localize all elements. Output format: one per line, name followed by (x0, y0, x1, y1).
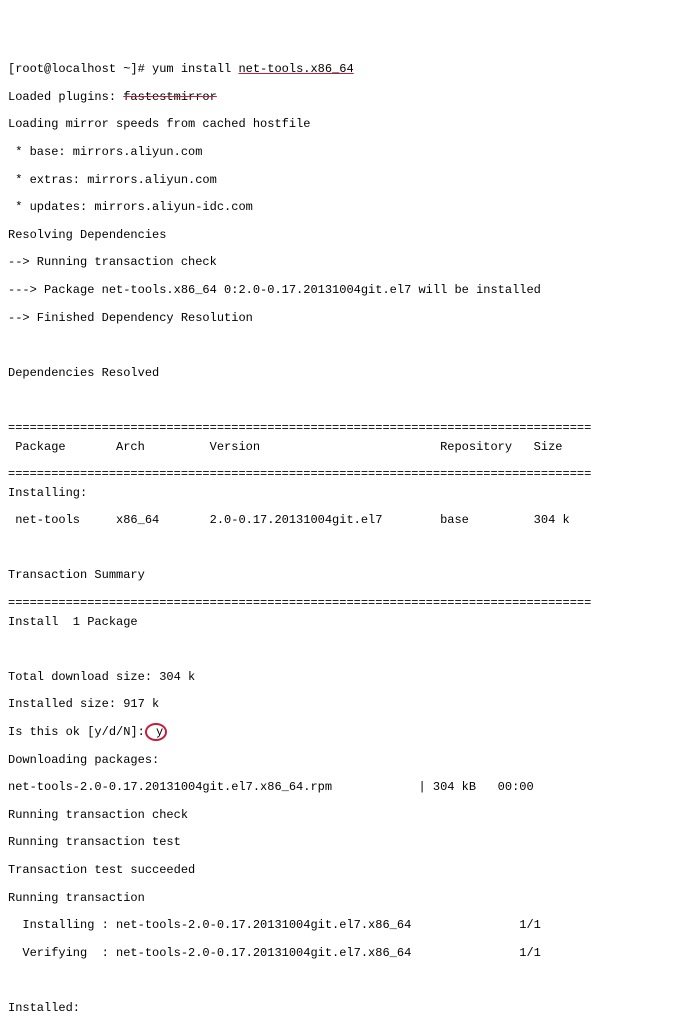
table-header: Package Arch Version Repository Size (8, 441, 673, 455)
blank-line (8, 643, 673, 657)
loading-mirrors: Loading mirror speeds from cached hostfi… (8, 118, 673, 132)
mirror-base: * base: mirrors.aliyun.com (8, 146, 673, 160)
run-trans: Running transaction (8, 892, 673, 906)
finished-dep: --> Finished Dependency Resolution (8, 312, 673, 326)
installing-line: Installing : net-tools-2.0-0.17.20131004… (8, 919, 673, 933)
prompt-line: [root@localhost ~]# yum install net-tool… (8, 63, 673, 77)
run-trans-check: Running transaction check (8, 809, 673, 823)
confirm-line[interactable]: Is this ok [y/d/N]: y (8, 726, 673, 740)
shell-prompt: [root@localhost ~]# (8, 62, 152, 76)
pkg-install-line: ---> Package net-tools.x86_64 0:2.0-0.17… (8, 284, 673, 298)
installing-header: Installing: (8, 487, 673, 501)
hr-double: ========================================… (8, 597, 658, 611)
hr-double: ========================================… (8, 468, 658, 482)
downloading: Downloading packages: (8, 754, 673, 768)
install-count: Install 1 Package (8, 616, 673, 630)
plugins-fastestmirror: fastestmirror (123, 90, 217, 104)
confirm-prompt: Is this ok [y/d/N]: (8, 725, 145, 739)
installed-size: Installed size: 917 k (8, 698, 673, 712)
rpm-line: net-tools-2.0-0.17.20131004git.el7.x86_6… (8, 781, 673, 795)
blank-line (8, 542, 673, 556)
mirror-extras: * extras: mirrors.aliyun.com (8, 174, 673, 188)
command-text-prefix: yum install (152, 62, 238, 76)
blank-line (8, 339, 673, 353)
trans-test-success: Transaction test succeeded (8, 864, 673, 878)
trans-summary: Transaction Summary (8, 569, 673, 583)
installed-header: Installed: (8, 1002, 673, 1016)
verifying-line: Verifying : net-tools-2.0-0.17.20131004g… (8, 947, 673, 961)
total-download: Total download size: 304 k (8, 671, 673, 685)
deps-resolved: Dependencies Resolved (8, 367, 673, 381)
run-trans-test: Running transaction test (8, 836, 673, 850)
resolving-deps: Resolving Dependencies (8, 229, 673, 243)
confirm-answer: y (145, 723, 167, 741)
blank-line (8, 974, 673, 988)
trans-check: --> Running transaction check (8, 256, 673, 270)
command-package: net-tools.x86_64 (238, 62, 353, 76)
mirror-updates: * updates: mirrors.aliyun-idc.com (8, 201, 673, 215)
table-row: net-tools x86_64 2.0-0.17.20131004git.el… (8, 514, 673, 528)
plugins-prefix: Loaded plugins: (8, 90, 123, 104)
plugins-line: Loaded plugins: fastestmirror (8, 91, 673, 105)
blank-line (8, 394, 673, 408)
hr-double: ========================================… (8, 422, 658, 436)
